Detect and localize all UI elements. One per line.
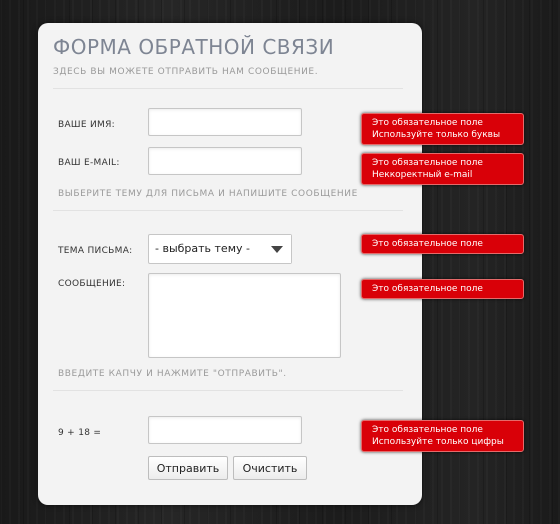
error-text: Это обязательное поле — [372, 284, 483, 294]
captcha-error-tooltip: Это обязательное поле Используйте только… — [361, 420, 524, 452]
name-error-tooltip: Это обязательное поле Используйте только… — [361, 113, 524, 145]
clear-button[interactable]: Очистить — [233, 456, 307, 480]
submit-button[interactable]: Отправить — [148, 456, 228, 480]
error-text: Это обязательное поле — [372, 425, 483, 435]
email-input[interactable] — [148, 147, 302, 175]
dropdown-button[interactable] — [267, 235, 291, 263]
email-error-tooltip: Это обязательное поле Неккоректный e-mai… — [361, 153, 524, 185]
captcha-input[interactable] — [148, 416, 302, 444]
subject-error-tooltip: Это обязательное поле — [361, 234, 524, 254]
captcha-hint: ВВЕДИТЕ КАПЧУ И НАЖМИТЕ "ОТПРАВИТЬ". — [58, 369, 287, 379]
error-text: Используйте только цифры — [372, 437, 504, 447]
form-title: ФОРМА ОБРАТНОЙ СВЯЗИ — [53, 35, 335, 59]
divider — [53, 88, 403, 89]
error-text: Неккоректный e-mail — [372, 170, 473, 180]
topic-hint: ВЫБЕРИТЕ ТЕМУ ДЛЯ ПИСЬМА И НАПИШИТЕ СООБ… — [58, 189, 358, 199]
error-text: Используйте только буквы — [372, 130, 501, 140]
divider — [53, 390, 403, 391]
form-subtitle: ЗДЕСЬ ВЫ МОЖЕТЕ ОТПРАВИТЬ НАМ СООБЩЕНИЕ. — [53, 67, 319, 77]
email-label: ВАШ E-MAIL: — [58, 158, 120, 168]
message-textarea[interactable] — [148, 273, 341, 358]
error-text: Это обязательное поле — [372, 158, 483, 168]
captcha-question: 9 + 18 = — [58, 428, 102, 438]
subject-select[interactable]: - выбрать тему - — [148, 234, 292, 264]
name-label: ВАШЕ ИМЯ: — [58, 120, 115, 130]
subject-label: ТЕМА ПИСЬМА: — [58, 246, 133, 256]
subject-selected-value: - выбрать тему - — [155, 242, 250, 255]
message-label: СООБЩЕНИЕ: — [58, 279, 126, 289]
error-text: Это обязательное поле — [372, 239, 483, 249]
divider — [53, 210, 403, 211]
error-text: Это обязательное поле — [372, 118, 483, 128]
message-error-tooltip: Это обязательное поле — [361, 279, 524, 299]
chevron-down-icon — [271, 246, 283, 253]
name-input[interactable] — [148, 108, 302, 136]
